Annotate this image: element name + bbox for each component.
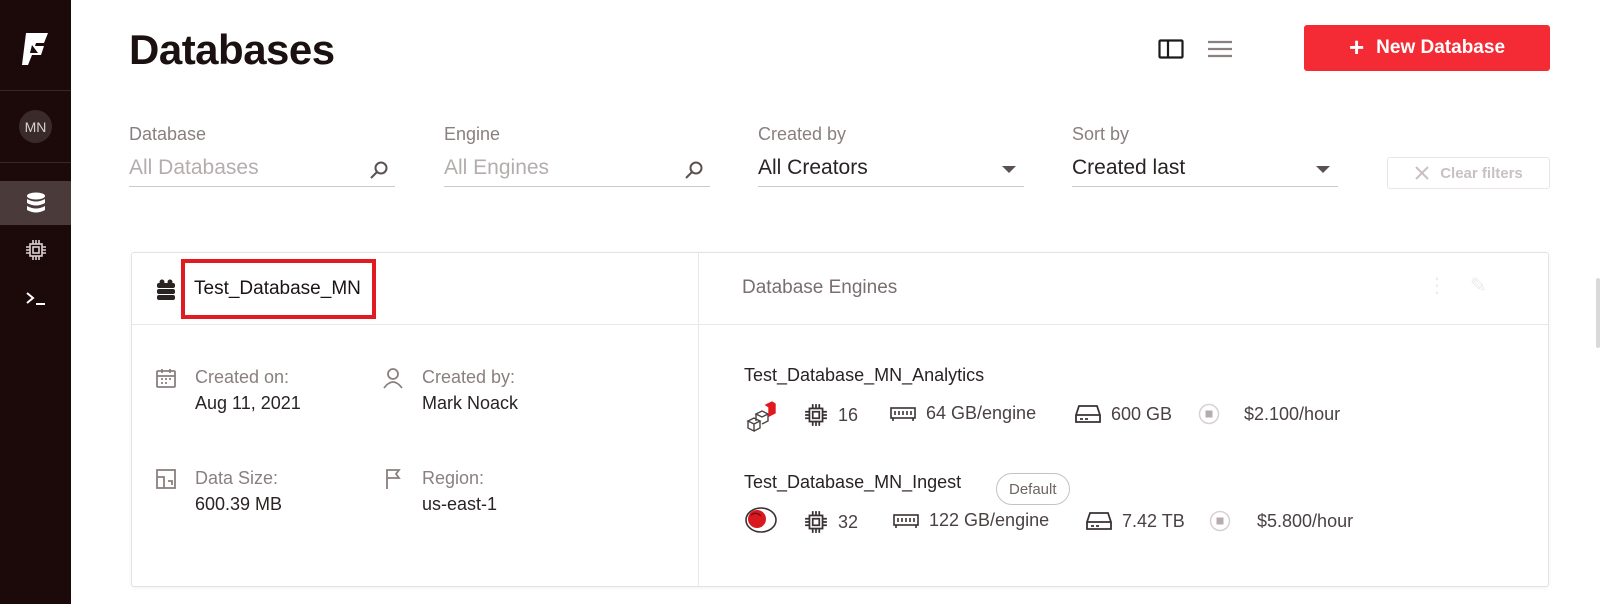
list-view-toggle[interactable] [1206,37,1234,61]
chip-icon [25,240,46,260]
engine-memory-value: 122 GB/engine [929,510,1050,530]
engine-cost-value: $2.100/hour [1244,403,1341,424]
engine-memory-value: 64 GB/engine [926,403,1037,423]
sidebar-item-databases[interactable] [0,181,71,225]
input-underline [129,186,395,187]
data-size-icon [156,469,176,489]
engine-filter[interactable]: Engine All Engines [444,124,710,190]
default-badge: Default [996,473,1070,505]
engine-cost: $5.800/hour [1209,510,1353,532]
storage-icon [1086,512,1112,530]
input-underline [758,186,1024,187]
sort-by-select[interactable]: Created last [1072,156,1185,180]
stop-status-icon [1198,403,1220,425]
engine-storage: 7.42 TB [1086,510,1185,532]
avatar[interactable]: MN [19,110,52,143]
close-icon [1415,166,1429,180]
plus-icon: + [1348,32,1365,62]
database-card: Test_Database_MN Database Engines ⋮ ✎ Cr… [131,252,1549,587]
calendar-icon [156,369,176,388]
engine-storage: 600 GB [1075,403,1172,425]
engine-memory: 64 GB/engine [890,403,1036,424]
data-size-value: 600.39 MB [195,494,283,514]
region-value: us-east-1 [422,494,498,514]
list-view-icon [1208,40,1232,58]
panel-view-icon [1158,39,1184,59]
chevron-down-icon [1002,166,1016,173]
database-engines-heading: Database Engines [742,277,898,298]
sidebar-item-sql[interactable] [0,276,71,320]
stop-status-icon [1209,510,1231,532]
database-name[interactable]: Test_Database_MN [181,259,376,319]
terminal-icon [25,292,45,305]
storage-icon [1075,405,1101,423]
engine-storage-value: 7.42 TB [1122,510,1185,531]
input-underline [444,186,710,187]
user-icon [383,368,403,389]
card-divider [698,253,699,586]
sidebar-divider [0,90,71,91]
database-filter-input[interactable]: All Databases [129,156,259,180]
database-filter[interactable]: Database All Databases [129,124,395,190]
engine-filter-label: Engine [444,124,501,144]
engine-name[interactable]: Test_Database_MN_Analytics [744,365,984,386]
grid-view-toggle[interactable] [1157,37,1185,61]
engine-oval-icon [745,507,777,533]
engine-filter-input[interactable]: All Engines [444,156,549,180]
created-by-filter-label: Created by [758,124,847,144]
memory-icon [890,406,916,421]
engine-cost-value: $5.800/hour [1257,510,1354,531]
search-icon [685,161,703,179]
engine-cores-value: 16 [838,404,859,425]
created-on-value: Aug 11, 2021 [195,393,301,413]
card-divider [132,324,1548,325]
sidebar-divider [0,162,71,163]
more-icon[interactable]: ⋮ [1427,273,1447,298]
new-database-button[interactable]: + New Database [1304,25,1550,71]
created-on-label: Created on: [195,367,290,387]
engine-cores-value: 32 [838,511,859,532]
input-underline [1072,186,1338,187]
created-by-select[interactable]: All Creators [758,156,868,180]
engine-storage-value: 600 GB [1111,403,1173,424]
memory-icon [893,513,919,528]
chip-icon [805,511,827,533]
database-filter-label: Database [129,124,207,144]
new-database-label: New Database [1376,37,1506,58]
clear-filters-label: Clear filters [1440,164,1523,182]
engine-memory: 122 GB/engine [893,510,1049,531]
created-by-value: Mark Noack [422,393,519,413]
edit-icon[interactable]: ✎ [1470,273,1487,298]
page-title: Databases [129,26,335,73]
engine-name[interactable]: Test_Database_MN_Ingest [744,472,961,493]
sidebar: MN [0,0,71,604]
created-by-filter[interactable]: Created by All Creators [758,124,1024,190]
firebolt-logo-icon[interactable] [18,31,54,67]
chip-icon [805,404,827,426]
data-size-label: Data Size: [195,468,279,488]
engine-cubes-icon [746,401,776,433]
engine-cost: $2.100/hour [1198,403,1340,425]
flag-icon [386,469,401,489]
scrollbar[interactable] [1596,278,1600,348]
created-by-label: Created by: [422,367,516,387]
region-label: Region: [422,468,485,488]
clear-filters-button[interactable]: Clear filters [1387,157,1550,189]
database-stack-icon [157,279,175,300]
chevron-down-icon [1316,166,1330,173]
sort-by-filter-label: Sort by [1072,124,1130,144]
sort-by-filter[interactable]: Sort by Created last [1072,124,1338,190]
engine-cores: 16 [804,403,858,427]
search-icon [370,161,388,179]
sidebar-item-engines[interactable] [0,228,71,272]
engine-cores: 32 [804,510,858,534]
database-icon [26,192,45,213]
